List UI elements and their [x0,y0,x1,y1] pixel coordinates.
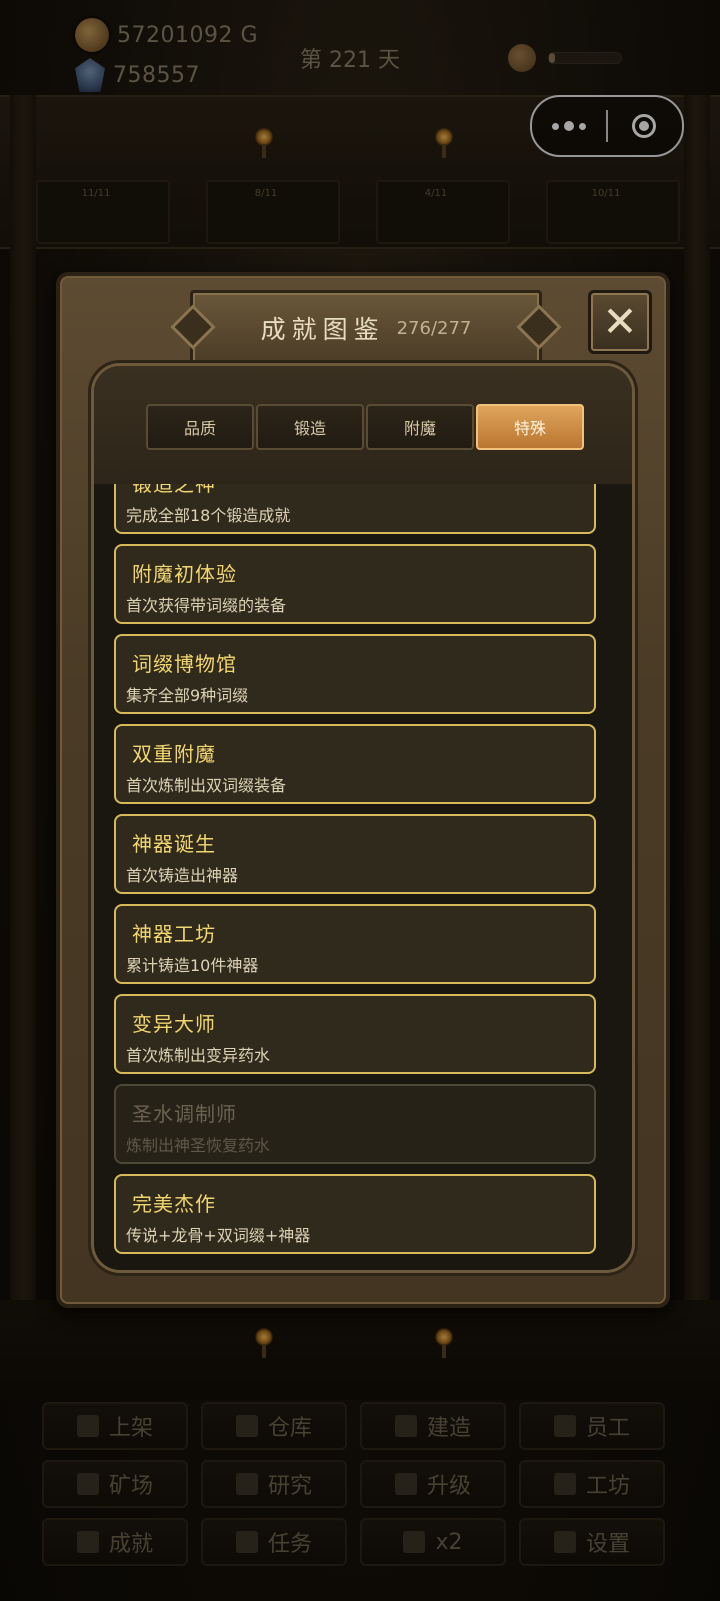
achievement-description: 完成全部18个锻造成就 [126,506,291,525]
achievement-count: 276/277 [396,317,472,339]
achievement-description: 累计铸造10件神器 [126,956,259,975]
achievement-card[interactable]: 神器工坊累计铸造10件神器 [114,904,596,984]
achievement-name: 神器诞生 [132,832,216,856]
achievement-name: 圣水调制师 [132,1102,237,1126]
tab-forge[interactable]: 锻造 [256,404,364,450]
achievement-description: 首次炼制出双词缀装备 [126,776,287,795]
modal-content-panel: 品质 锻造 附魔 特殊 锻造之神完成全部18个锻造成就附魔初体验首次获得带词缀的装备词… [94,366,632,1270]
tab-quality[interactable]: 品质 [146,404,254,450]
achievement-description: 首次铸造出神器 [126,866,239,885]
achievement-card[interactable]: 变异大师首次炼制出变异药水 [114,994,596,1074]
tab-special[interactable]: 特殊 [476,404,584,450]
achievement-card[interactable]: 神器诞生首次铸造出神器 [114,814,596,894]
achievement-description: 集齐全部9种词缀 [126,686,249,705]
achievement-card[interactable]: 词缀博物馆集齐全部9种词缀 [114,634,596,714]
achievement-card[interactable]: 附魔初体验首次获得带词缀的装备 [114,544,596,624]
modal-title: 成就图鉴 [260,315,385,344]
achievements-modal: 成就图鉴 276/277 ✕ 品质 锻造 附魔 特殊 锻造之神 完成全部18个锻造成就附… [56,272,670,1308]
achievement-name: 神器工坊 [132,922,216,946]
achievement-name: 双重附魔 [132,742,216,766]
modal-title-plate: 成就图鉴 276/277 [190,290,542,366]
achievement-card[interactable]: 双重附魔首次炼制出双词缀装备 [114,724,596,804]
achievement-card[interactable]: 锻造之神完成全部18个锻造成就 [114,484,596,534]
achievement-name: 变异大师 [132,1012,216,1036]
close-button[interactable]: ✕ [588,290,652,354]
tab-bar: 品质 锻造 附魔 特殊 [94,366,632,484]
achievement-description: 传说+龙骨+双词缀+神器 [126,1226,311,1245]
achievement-name: 锻造之神 [132,484,216,496]
achievement-card[interactable]: 圣水调制师炼制出神圣恢复药水 [114,1084,596,1164]
achievement-description: 首次获得带词缀的装备 [126,596,287,615]
achievement-name: 完美杰作 [132,1192,216,1216]
achievement-name: 词缀博物馆 [132,652,237,676]
achievement-list[interactable]: 锻造之神完成全部18个锻造成就附魔初体验首次获得带词缀的装备词缀博物馆集齐全部9… [114,484,602,1256]
achievement-card[interactable]: 完美杰作传说+龙骨+双词缀+神器 [114,1174,596,1254]
achievement-name: 附魔初体验 [132,562,237,586]
achievement-description: 炼制出神圣恢复药水 [126,1136,271,1155]
achievement-description: 首次炼制出变异药水 [126,1046,271,1065]
tabs: 品质 锻造 附魔 特殊 [146,404,584,450]
tab-enchant[interactable]: 附魔 [366,404,474,450]
